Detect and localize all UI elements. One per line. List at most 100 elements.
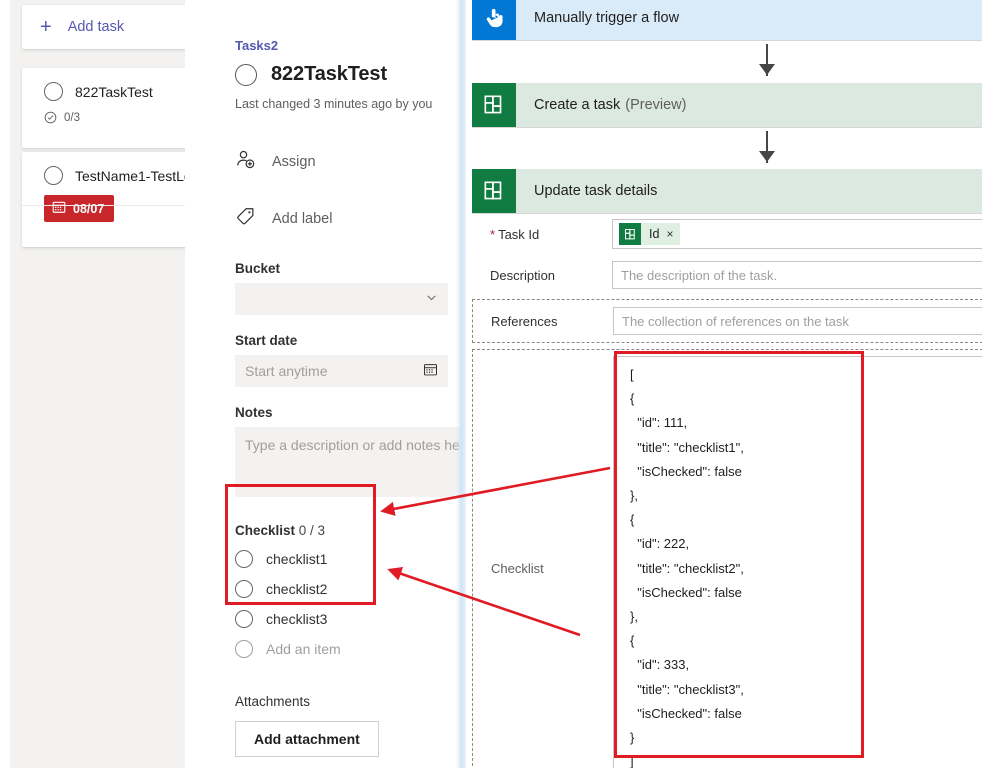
- description-input[interactable]: The description of the task.: [612, 261, 982, 289]
- task-complete-checkbox[interactable]: [44, 82, 63, 101]
- checklist-item-label: checklist3: [266, 611, 328, 627]
- json-line: "isChecked": false: [630, 705, 742, 721]
- checklist-section: Checklist 0 / 3 checklist1 checklist2 ch…: [235, 523, 460, 664]
- start-date-field: Start date Start anytime: [235, 333, 460, 387]
- references-input[interactable]: The collection of references on the task: [613, 307, 982, 335]
- notes-textarea[interactable]: Type a description or add notes her: [235, 427, 480, 497]
- checklist-count: 0 / 3: [298, 523, 326, 538]
- assign-button[interactable]: Assign: [235, 149, 460, 174]
- checklist-item-checkbox[interactable]: [235, 550, 253, 568]
- flow-step-title-bar: Manually trigger a flow: [516, 0, 982, 40]
- references-control: The collection of references on the task: [613, 307, 982, 335]
- add-checklist-item[interactable]: Add an item: [235, 634, 460, 664]
- description-placeholder: The description of the task.: [621, 267, 778, 283]
- bucket-select[interactable]: [235, 283, 448, 315]
- task-detail-title-row: 822TaskTest: [235, 63, 460, 86]
- task-card[interactable]: TestName1-TestLoca 08/07: [22, 152, 207, 247]
- references-row-dashed: References The collection of references …: [472, 299, 982, 343]
- task-card-title-row: TestName1-TestLoca: [22, 152, 207, 185]
- task-id-input[interactable]: Id ×: [612, 219, 982, 249]
- task-id-label: * Task Id: [472, 227, 612, 242]
- checklist-item[interactable]: checklist2: [235, 574, 460, 604]
- flow-step-hairline: [472, 40, 982, 41]
- add-label-text: Add label: [272, 210, 333, 227]
- checklist-header: Checklist 0 / 3: [235, 523, 460, 538]
- checklist-item-label: checklist1: [266, 551, 328, 567]
- breadcrumb-plan-link[interactable]: Tasks2: [235, 38, 460, 53]
- notes-field: Notes Type a description or add notes he…: [235, 405, 480, 497]
- close-icon[interactable]: ×: [666, 227, 673, 241]
- add-task-card[interactable]: + Add task: [22, 5, 197, 49]
- flow-step-title: Manually trigger a flow: [534, 10, 680, 26]
- add-task-label: Add task: [67, 19, 125, 35]
- task-id-control: Id ×: [612, 219, 982, 249]
- json-line: "isChecked": false: [630, 584, 742, 600]
- json-line: {: [630, 512, 635, 528]
- json-line: }: [630, 730, 635, 746]
- json-line: "title": "checklist1",: [630, 439, 744, 455]
- checklist-json-input[interactable]: [ { "id": 111, "title": "checklist1", "i…: [613, 356, 982, 768]
- flow-connector-arrow-icon: [759, 64, 775, 75]
- calendar-icon[interactable]: [423, 362, 438, 380]
- task-id-row: * Task Id Id ×: [472, 213, 982, 255]
- task-card-checklist-progress: 0/3: [22, 101, 197, 124]
- last-changed-text: Last changed 3 minutes ago by you: [235, 97, 433, 111]
- planner-icon: [472, 83, 516, 127]
- start-date-label: Start date: [235, 333, 298, 348]
- task-card-title-row: 822TaskTest: [22, 68, 197, 101]
- add-task-button[interactable]: + Add task: [22, 5, 197, 49]
- task-board-column: + Add task 822TaskTest 0/3 TestName1-Tes…: [0, 0, 207, 768]
- task-complete-checkbox[interactable]: [44, 166, 63, 185]
- add-attachment-button[interactable]: Add attachment: [235, 721, 379, 757]
- json-line: "id": 222,: [630, 536, 690, 552]
- task-card-due-row: 08/07: [22, 185, 197, 222]
- json-line: ]: [630, 754, 634, 768]
- plus-icon: +: [40, 16, 52, 38]
- due-date-badge[interactable]: 08/07: [44, 195, 115, 222]
- checklist-item[interactable]: checklist3: [235, 604, 460, 634]
- add-label-button[interactable]: Add label: [235, 206, 460, 231]
- references-placeholder: The collection of references on the task: [622, 313, 849, 329]
- notes-label: Notes: [235, 405, 273, 420]
- json-line: {: [630, 633, 635, 649]
- task-complete-checkbox[interactable]: [235, 63, 257, 86]
- task-detail-pane: Tasks2 822TaskTest Last changed 3 minute…: [185, 0, 480, 768]
- flow-designer-pane: Manually trigger a flow Create a task (P…: [466, 0, 982, 768]
- checklist-field-label: Checklist: [491, 561, 544, 577]
- card-divider: [22, 205, 197, 206]
- flow-action-form: * Task Id Id × Description The descripti…: [472, 213, 982, 768]
- flow-step-title: Create a task: [534, 97, 621, 113]
- tag-icon: [235, 206, 256, 231]
- flow-connector-arrow-icon: [759, 151, 775, 162]
- planner-icon: [619, 223, 641, 245]
- json-line: {: [630, 391, 635, 407]
- calendar-icon: [52, 200, 66, 217]
- assign-label: Assign: [272, 153, 316, 170]
- start-date-input[interactable]: Start anytime: [235, 355, 448, 387]
- flow-step-title-bar: Create a task (Preview): [516, 83, 982, 127]
- json-line: },: [630, 488, 638, 504]
- checklist-item[interactable]: checklist1: [235, 544, 460, 574]
- json-line: "id": 111,: [630, 415, 688, 431]
- json-line: [: [630, 367, 634, 382]
- json-line: "id": 333,: [630, 657, 690, 673]
- dynamic-content-token[interactable]: Id ×: [619, 223, 681, 245]
- flow-step-create-task[interactable]: Create a task (Preview): [472, 83, 982, 127]
- flow-step-trigger[interactable]: Manually trigger a flow: [472, 0, 982, 40]
- checklist-progress-text: 0/3: [64, 111, 80, 124]
- references-row: References The collection of references …: [473, 307, 982, 335]
- flow-step-preview-tag: (Preview): [625, 97, 687, 113]
- planner-icon: [472, 169, 516, 213]
- checklist-item-checkbox[interactable]: [235, 610, 253, 628]
- flow-step-update-task-details[interactable]: Update task details: [472, 169, 982, 213]
- description-row: Description The description of the task.: [472, 255, 982, 295]
- attachments-label: Attachments: [235, 694, 311, 709]
- due-date-text: 08/07: [73, 201, 105, 216]
- checklist-item-checkbox[interactable]: [235, 580, 253, 598]
- task-card[interactable]: 822TaskTest 0/3: [22, 68, 197, 148]
- task-detail-title[interactable]: 822TaskTest: [271, 63, 387, 86]
- app-root: + Add task 822TaskTest 0/3 TestName1-Tes…: [0, 0, 982, 768]
- task-card-title: 822TaskTest: [75, 83, 153, 100]
- bucket-label: Bucket: [235, 261, 281, 276]
- add-item-circle-icon: [235, 640, 253, 658]
